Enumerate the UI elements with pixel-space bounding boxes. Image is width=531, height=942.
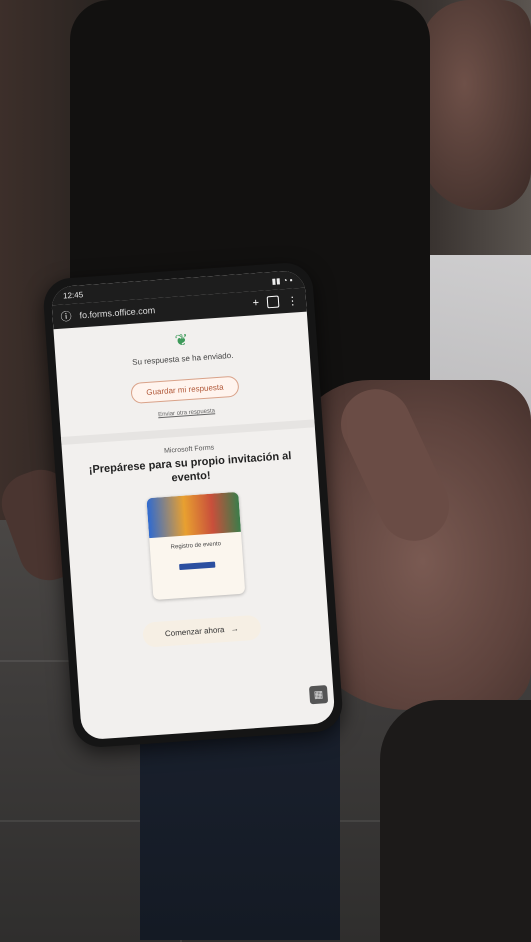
start-now-button[interactable]: Comenzar ahora → <box>142 614 262 648</box>
submit-another-link[interactable]: Enviar otra respuesta <box>74 402 300 424</box>
card-illustration <box>146 491 241 538</box>
phone-screen: 12:45 ▮▮ ◔ ▪ ⓘ fo.forms.office.com + ⋮ ❦… <box>50 269 336 741</box>
card-title: Registro de evento <box>170 540 222 551</box>
background-hand <box>420 0 531 210</box>
tabs-icon[interactable] <box>266 295 280 309</box>
status-time: 12:45 <box>62 289 84 301</box>
arrow-right-icon: → <box>230 623 239 634</box>
info-icon[interactable]: ⓘ <box>60 308 72 325</box>
forms-page: ❦ Su respuesta se ha enviado. Guardar mi… <box>53 312 330 662</box>
smartphone: 12:45 ▮▮ ◔ ▪ ⓘ fo.forms.office.com + ⋮ ❦… <box>41 261 345 749</box>
plus-icon[interactable]: + <box>252 297 259 309</box>
start-now-label: Comenzar ahora <box>164 624 225 638</box>
event-card-preview: Registro de evento <box>146 491 246 600</box>
foreground-sleeve <box>380 700 531 942</box>
more-vertical-icon[interactable]: ⋮ <box>287 294 299 308</box>
save-response-button[interactable]: Guardar mi respuesta <box>130 375 240 405</box>
card-button <box>179 561 216 570</box>
qr-code-icon[interactable]: ▦ <box>308 685 329 705</box>
photo-scene: 12:45 ▮▮ ◔ ▪ ⓘ fo.forms.office.com + ⋮ ❦… <box>0 0 531 942</box>
status-indicators: ▮▮ ◔ ▪ <box>271 275 293 286</box>
